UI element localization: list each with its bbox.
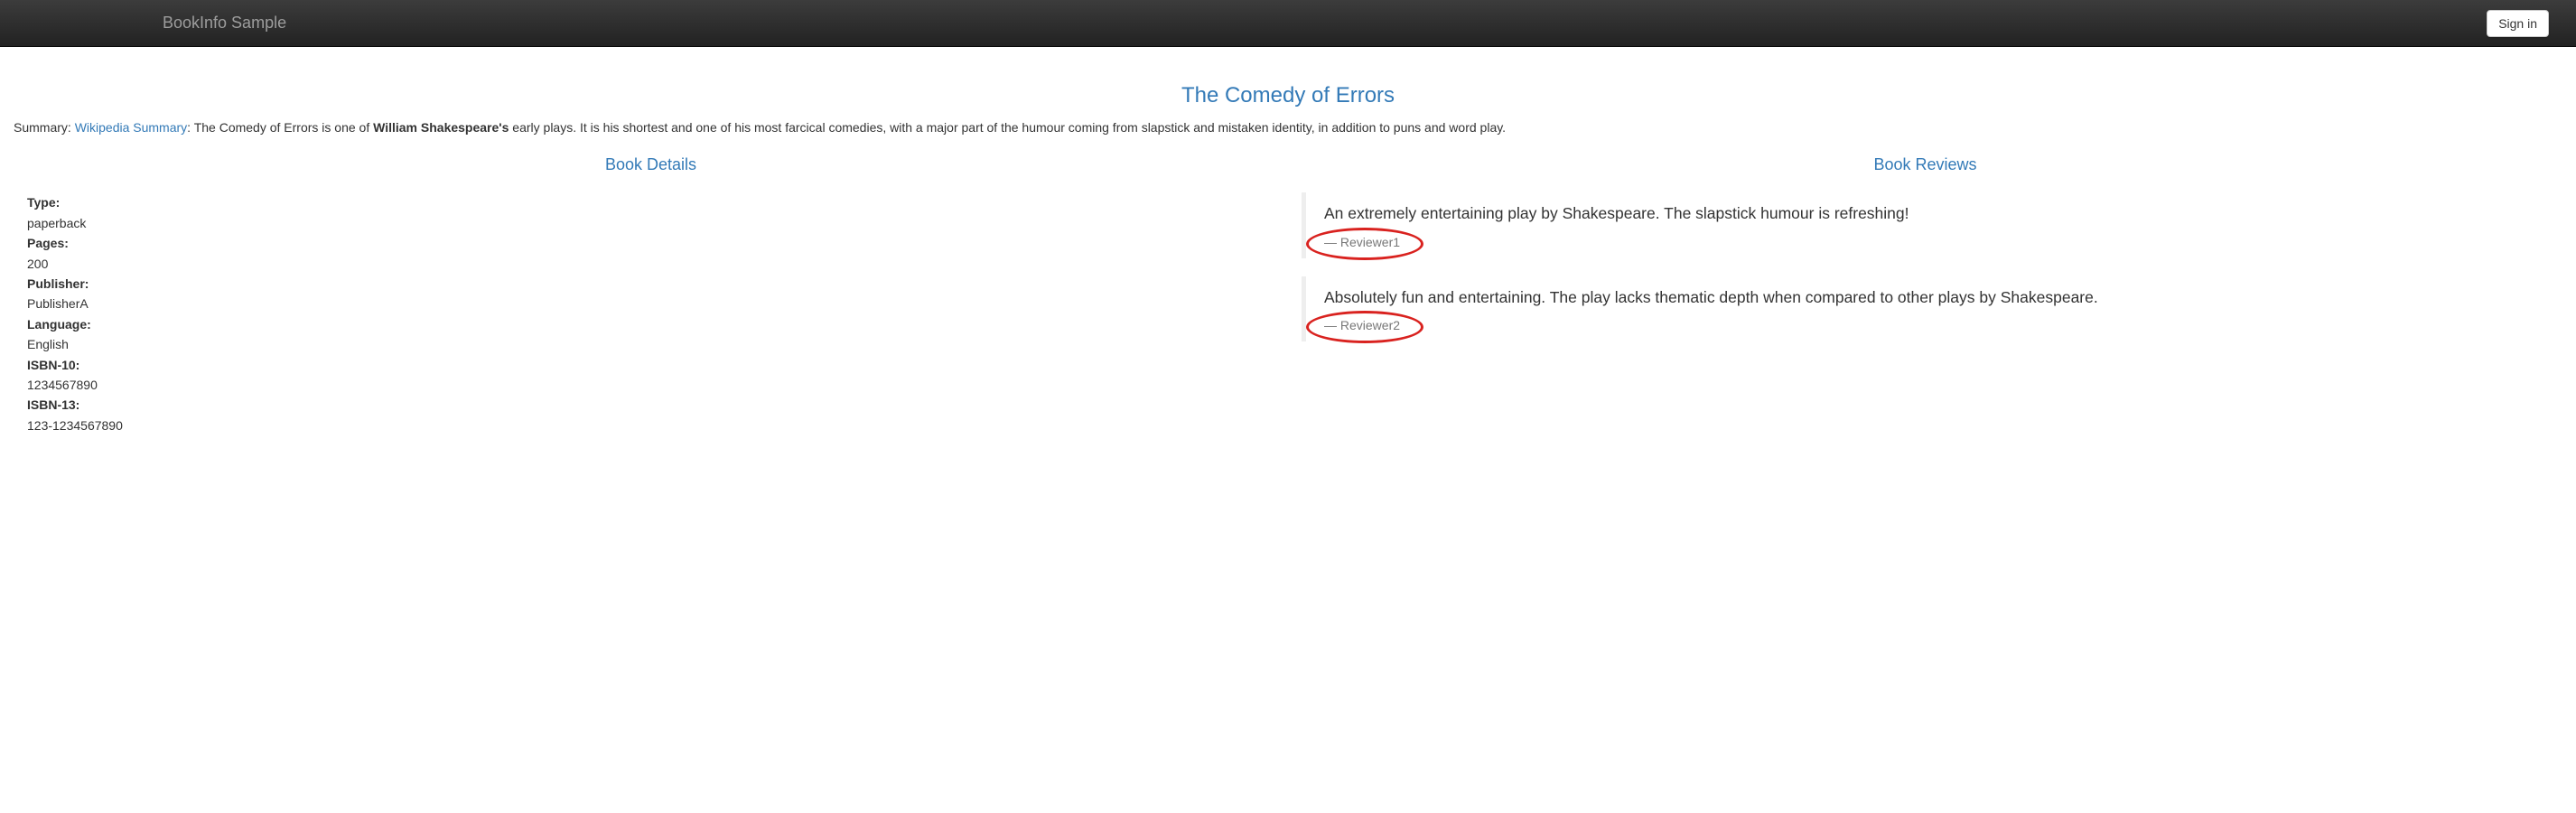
summary-prefix: Summary:	[14, 120, 75, 135]
isbn10-label: ISBN-10:	[27, 355, 1274, 375]
isbn10-value: 1234567890	[27, 375, 1274, 395]
signin-button[interactable]: Sign in	[2487, 10, 2549, 37]
summary-rest: early plays. It is his shortest and one …	[509, 120, 1506, 135]
language-value: English	[27, 334, 1274, 354]
reviews-heading: Book Reviews	[1302, 155, 2549, 174]
navbar: BookInfo Sample Sign in	[0, 0, 2576, 47]
publisher-value: PublisherA	[27, 294, 1274, 313]
pages-label: Pages:	[27, 233, 1274, 253]
type-label: Type:	[27, 192, 1274, 212]
pages-value: 200	[27, 254, 1274, 274]
review-author: Reviewer2	[1324, 318, 1400, 332]
review-block: An extremely entertaining play by Shakes…	[1302, 192, 2549, 257]
book-details: Type: paperback Pages: 200 Publisher: Pu…	[27, 192, 1274, 435]
reviewer-name: Reviewer2	[1340, 318, 1400, 332]
reviewer-name: Reviewer1	[1340, 235, 1400, 249]
publisher-label: Publisher:	[27, 274, 1274, 294]
review-author: Reviewer1	[1324, 235, 1400, 249]
navbar-right: Sign in	[2487, 10, 2549, 37]
summary-sep: : The Comedy of Errors is one of	[187, 120, 373, 135]
review-text: Absolutely fun and entertaining. The pla…	[1324, 285, 2531, 309]
review-block: Absolutely fun and entertaining. The pla…	[1302, 276, 2549, 341]
book-title: The Comedy of Errors	[14, 83, 2562, 108]
isbn13-label: ISBN-13:	[27, 395, 1274, 415]
book-summary: Summary: Wikipedia Summary: The Comedy o…	[14, 117, 2562, 137]
type-value: paperback	[27, 213, 1274, 233]
details-column: Book Details Type: paperback Pages: 200 …	[14, 155, 1288, 435]
content-row: Book Details Type: paperback Pages: 200 …	[14, 155, 2562, 435]
author-name: William Shakespeare's	[373, 120, 509, 135]
review-text: An extremely entertaining play by Shakes…	[1324, 201, 2531, 225]
reviews-column: Book Reviews An extremely entertaining p…	[1288, 155, 2562, 435]
details-heading: Book Details	[27, 155, 1274, 174]
wikipedia-link[interactable]: Wikipedia Summary	[75, 120, 187, 135]
main-container: The Comedy of Errors Summary: Wikipedia …	[0, 83, 2576, 435]
navbar-brand[interactable]: BookInfo Sample	[149, 0, 300, 46]
language-label: Language:	[27, 314, 1274, 334]
isbn13-value: 123-1234567890	[27, 416, 1274, 435]
